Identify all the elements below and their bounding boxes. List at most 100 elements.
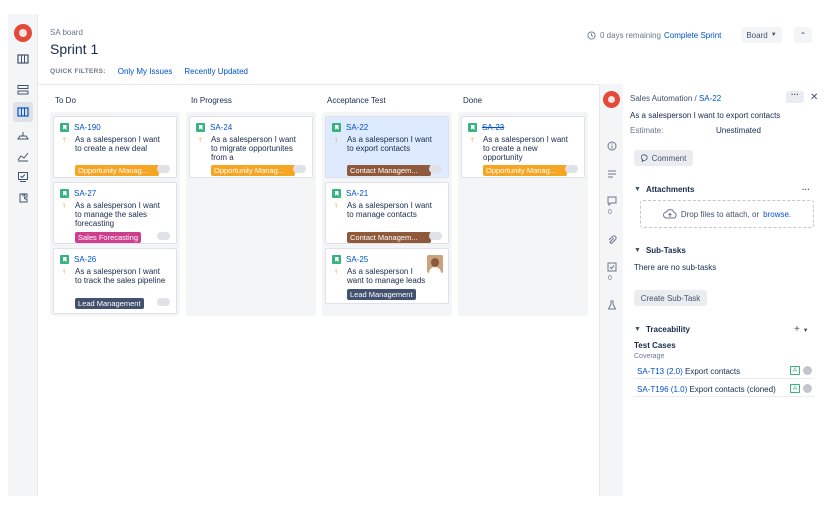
breadcrumb[interactable]: SA board <box>50 28 83 37</box>
attachment-icon[interactable] <box>606 234 618 246</box>
subtasks-title: Sub-Tasks <box>645 246 686 255</box>
app-logo[interactable] <box>14 24 32 42</box>
comment-count: 0 <box>608 209 612 216</box>
board-dropdown[interactable]: Board ▼ <box>741 27 782 43</box>
issue-summary: As a salesperson I want to manage leads <box>347 267 426 285</box>
add-trace-link-icon[interactable]: + ▼ <box>794 324 809 335</box>
test-case-key[interactable]: SA-T13 (2.0) <box>637 367 683 376</box>
issue-card[interactable]: SA-190 ↑ As a salesperson I want to crea… <box>53 116 177 178</box>
test-case-row[interactable]: SA-T13 (2.0) Export contacts A <box>634 364 814 379</box>
tests-icon[interactable] <box>15 169 31 185</box>
issue-key[interactable]: SA-25 <box>346 255 368 264</box>
story-icon <box>332 255 341 264</box>
project-name[interactable]: Sales Automation <box>630 94 692 103</box>
story-icon <box>332 189 341 198</box>
priority-arrow-icon: ↑ <box>62 135 66 144</box>
complete-sprint-link[interactable]: Complete Sprint <box>664 31 721 40</box>
close-icon[interactable]: ✕ <box>810 92 818 103</box>
active-sprint-icon[interactable] <box>13 102 33 122</box>
attachments-header[interactable]: ▼ Attachments <box>634 185 694 194</box>
test-case-row[interactable]: SA-T196 (1.0) Export contacts (cloned) A <box>634 382 814 397</box>
test-cases-title: Test Cases <box>634 341 676 350</box>
comment-bubble-icon <box>640 154 648 162</box>
issue-card[interactable]: SA-21 ↑ As a salesperson I want to manag… <box>325 182 449 244</box>
toggle-icon <box>157 298 170 306</box>
issue-summary: As a salesperson I want to export contac… <box>347 135 432 153</box>
drop-text: Drop files to attach, or <box>680 209 760 219</box>
column-header-in-progress: In Progress <box>191 96 232 105</box>
issue-card[interactable]: SA-23 ↑ As a salesperson I want to creat… <box>461 116 585 178</box>
description-icon[interactable] <box>606 168 618 180</box>
status-dot-icon <box>803 366 812 375</box>
issue-key[interactable]: SA-27 <box>74 189 96 198</box>
backlog-icon[interactable] <box>15 82 31 98</box>
priority-arrow-icon: ↑ <box>62 201 66 210</box>
more-actions-button[interactable]: ··· <box>786 91 804 103</box>
column-todo: SA-190 ↑ As a salesperson I want to crea… <box>50 112 180 316</box>
browse-link[interactable]: browse. <box>763 210 791 219</box>
story-icon <box>60 255 69 264</box>
releases-icon[interactable] <box>15 128 31 144</box>
reports-icon[interactable] <box>15 148 31 164</box>
double-chevron-up-icon: ⌃ <box>799 30 807 40</box>
toggle-icon <box>157 165 170 173</box>
assignee-avatar[interactable] <box>427 255 443 273</box>
quick-filters: QUICK FILTERS: Only My Issues Recently U… <box>50 67 248 76</box>
clock-icon <box>587 31 596 40</box>
collapse-header-button[interactable]: ⌃ <box>794 27 812 43</box>
info-icon[interactable] <box>606 140 618 152</box>
filter-recently-updated[interactable]: Recently Updated <box>184 67 248 76</box>
test-flask-icon[interactable] <box>606 299 618 311</box>
epic-label: Opportunity Manag... <box>211 165 295 176</box>
remaining-text: 0 days remaining <box>600 31 661 40</box>
issue-summary[interactable]: As a salesperson I want to export contac… <box>630 111 780 120</box>
epic-label: Contact Managem... <box>347 232 431 243</box>
detail-panel-rail: 0 0 <box>599 84 623 496</box>
epic-label: Lead Management <box>75 298 144 309</box>
issue-key[interactable]: SA-190 <box>74 123 101 132</box>
column-done: SA-23 ↑ As a salesperson I want to creat… <box>458 112 588 316</box>
board-dropdown-label: Board <box>746 30 768 40</box>
issue-summary: As a salesperson I want to manage the sa… <box>75 201 160 228</box>
subtasks-header[interactable]: ▼ Sub-Tasks <box>634 246 686 255</box>
attachment-dropzone[interactable]: Drop files to attach, or browse. <box>640 200 814 228</box>
column-header-todo: To Do <box>55 96 76 105</box>
issue-summary: As a salesperson I want to track the sal… <box>75 267 166 285</box>
issue-card[interactable]: SA-25 ↑ As a salesperson I want to manag… <box>325 248 449 304</box>
priority-arrow-icon: ↑ <box>198 135 202 144</box>
issue-key[interactable]: SA-21 <box>346 189 368 198</box>
issue-key[interactable]: SA-24 <box>210 123 232 132</box>
issue-breadcrumb: Sales Automation / SA-22 <box>630 94 721 103</box>
test-case-key[interactable]: SA-T196 (1.0) <box>637 385 687 394</box>
attachments-more-icon[interactable]: ··· <box>802 185 810 194</box>
issue-card[interactable]: SA-24 ↑ As a salesperson I want to migra… <box>189 116 313 178</box>
issue-key-link[interactable]: SA-22 <box>699 94 721 103</box>
chevron-down-icon: ▼ <box>634 326 641 333</box>
column-header-acceptance-test: Acceptance Test <box>327 96 386 105</box>
issue-card[interactable]: SA-27 ↑ As a salesperson I want to manag… <box>53 182 177 244</box>
comment-button[interactable]: Comment <box>634 150 693 166</box>
issue-key[interactable]: SA-26 <box>74 255 96 264</box>
issue-key[interactable]: SA-23 <box>482 123 504 132</box>
toggle-icon <box>565 165 578 173</box>
create-subtask-button[interactable]: Create Sub-Task <box>634 290 707 306</box>
comment-button-label: Comment <box>651 153 687 163</box>
epic-label: Contact Managem... <box>347 165 431 176</box>
issue-card[interactable]: SA-26 ↑ As a salesperson I want to track… <box>53 248 177 314</box>
board-icon[interactable] <box>15 51 31 67</box>
breadcrumb-separator: / <box>692 94 699 103</box>
sprint-remaining: 0 days remaining <box>587 31 661 40</box>
comment-icon[interactable] <box>606 195 618 207</box>
priority-arrow-icon: ↑ <box>470 135 474 144</box>
subtasks-icon[interactable] <box>606 261 618 273</box>
chevron-down-icon: ▼ <box>770 32 777 38</box>
filter-only-my-issues[interactable]: Only My Issues <box>118 67 173 76</box>
add-ons-icon[interactable] <box>15 190 31 206</box>
test-case-name: Export contacts (cloned) <box>687 385 776 394</box>
traceability-header[interactable]: ▼ Traceability <box>634 325 690 334</box>
estimate-value[interactable]: Unestimated <box>716 126 761 135</box>
priority-arrow-icon: ↑ <box>334 267 338 276</box>
issue-card-selected[interactable]: SA-22 ↑ As a salesperson I want to expor… <box>325 116 449 178</box>
chevron-down-icon: ▼ <box>634 186 641 193</box>
issue-key[interactable]: SA-22 <box>346 123 368 132</box>
